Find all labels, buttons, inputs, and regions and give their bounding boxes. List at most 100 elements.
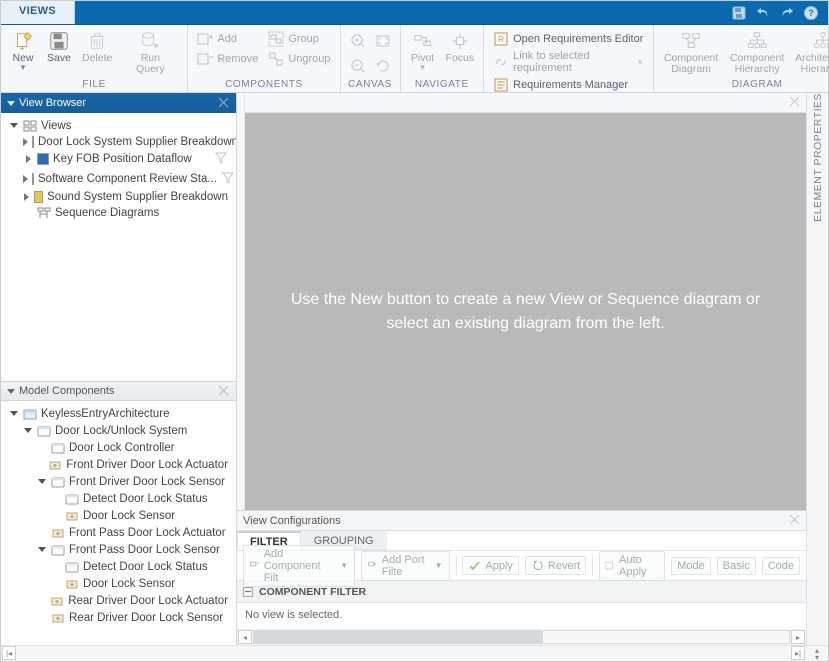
sequence-diagrams-node[interactable]: Sequence Diagrams (19, 204, 232, 221)
new-button[interactable]: New ▼ (7, 28, 39, 74)
add-component-button[interactable]: Add (194, 30, 261, 48)
view-item[interactable]: Door Lock System Supplier Breakdown (19, 134, 232, 149)
link-to-selected-requirement-button[interactable]: Link to selected requirement ▼ (490, 49, 647, 75)
component-icon (37, 424, 51, 438)
apply-button[interactable]: Apply (462, 556, 519, 575)
undo-icon[interactable] (754, 4, 772, 22)
ribbon-group-components: Add Remove Group Ungroup (188, 25, 340, 92)
filter-icon (214, 151, 228, 168)
ribbon-group-canvas: CANVAS (341, 25, 401, 92)
model-tree-node[interactable]: Door Lock Sensor (47, 575, 232, 592)
run-query-button[interactable]: Run Query (119, 28, 181, 77)
color-swatch (37, 153, 49, 165)
component-hierarchy-button[interactable]: Component Hierarchy (726, 28, 788, 77)
save-button[interactable]: Save (43, 28, 75, 66)
model-tree-node[interactable]: Front Pass Door Lock Actuator (33, 524, 232, 541)
view-browser-header[interactable]: View Browser (1, 93, 236, 113)
component-icon (65, 577, 79, 591)
no-view-selected-msg: No view is selected. (237, 603, 806, 629)
model-tree-node[interactable]: KeylessEntryArchitecture (5, 405, 232, 422)
view-item[interactable]: Key FOB Position Dataflow (19, 149, 232, 169)
ribbon-group-file: New ▼ Save Delete Run Query FILE (1, 25, 188, 92)
model-components-panel: KeylessEntryArchitecture Door Lock/Unlock… (1, 401, 236, 645)
model-tree-node[interactable]: Door Lock Controller (33, 439, 232, 456)
component-filter-title: COMPONENT FILTER (259, 586, 366, 598)
component-icon (65, 509, 79, 523)
remove-component-button[interactable]: Remove (194, 50, 261, 68)
collapse-icon (7, 101, 15, 106)
model-tree-node[interactable]: Detect Door Lock Status (47, 558, 232, 575)
model-tree-node[interactable]: Front Pass Door Lock Sensor (33, 541, 232, 558)
requirements-manager-button[interactable]: Requirements Manager (490, 76, 647, 94)
component-icon (65, 492, 79, 506)
horizontal-scrollbar[interactable]: ◂ ▸ (237, 629, 806, 645)
collapse-icon (243, 587, 253, 597)
architecture-hierarchy-button[interactable]: Architecture Hierarchy (792, 28, 829, 77)
model-tree-node[interactable]: Front Driver Door Lock Actuator (33, 456, 232, 473)
mode-button[interactable]: Mode (671, 557, 711, 575)
view-item-label: Software Component Review Sta... (38, 173, 217, 185)
tab-views[interactable]: VIEWS (1, 1, 75, 24)
canvas-zoom-out-button[interactable] (347, 55, 369, 77)
close-icon[interactable] (789, 96, 800, 110)
save-session-icon[interactable] (730, 4, 748, 22)
element-properties-label: ELEMENT PROPERTIES (812, 93, 824, 230)
model-tree-label: Door Lock/Unlock System (55, 425, 187, 437)
collapse-icon (7, 389, 15, 394)
model-tree-label: Door Lock Sensor (83, 578, 175, 590)
auto-apply-toggle[interactable]: Auto Apply (599, 551, 665, 581)
view-browser-panel: Views Door Lock System Supplier Breakdow… (1, 113, 236, 381)
seq-diagrams-icon (37, 206, 51, 220)
canvas-refresh-button[interactable] (372, 55, 394, 77)
element-properties-panel-collapsed[interactable]: ELEMENT PROPERTIES (806, 93, 828, 645)
color-swatch (32, 136, 34, 148)
model-components-header[interactable]: Model Components (1, 381, 236, 401)
view-item[interactable]: Software Component Review Sta... (19, 169, 232, 189)
views-root[interactable]: Views (5, 117, 232, 134)
component-icon (51, 543, 65, 557)
group-button[interactable]: Group (265, 30, 333, 48)
revert-button[interactable]: Revert (525, 556, 586, 575)
add-port-filter-button[interactable]: Add Port Filte ▼ (361, 551, 449, 581)
component-icon (50, 594, 64, 608)
help-icon[interactable]: ? (802, 4, 820, 22)
view-item-label: Sound System Supplier Breakdown (47, 191, 228, 203)
views-root-label: Views (41, 120, 71, 132)
model-tree-node[interactable]: Door Lock Sensor (47, 507, 232, 524)
code-button[interactable]: Code (762, 557, 800, 575)
canvas-header (237, 93, 806, 113)
scroll-left-button[interactable]: |◂ (2, 646, 16, 660)
svg-text:R: R (498, 35, 504, 44)
component-diagram-button[interactable]: Component Diagram (660, 28, 722, 77)
view-item[interactable]: Sound System Supplier Breakdown (19, 189, 232, 204)
model-tree-node[interactable]: Door Lock/Unlock System (19, 422, 232, 439)
component-icon (23, 407, 37, 421)
model-tree-node[interactable]: Rear Driver Door Lock Sensor (33, 609, 232, 626)
model-tree-node[interactable]: Detect Door Lock Status (47, 490, 232, 507)
component-icon (65, 560, 79, 574)
views-root-icon (23, 119, 37, 133)
model-tree-label: Door Lock Controller (69, 442, 174, 454)
pivot-button[interactable]: Pivot ▼ (407, 28, 439, 74)
close-icon[interactable] (218, 385, 230, 397)
model-tree-node[interactable]: Rear Driver Door Lock Actuator (33, 592, 232, 609)
canvas-zoom-in-button[interactable] (347, 30, 369, 52)
color-swatch (34, 191, 43, 203)
close-icon[interactable] (789, 514, 800, 528)
model-tree-label: KeylessEntryArchitecture (41, 408, 169, 420)
open-requirements-editor-button[interactable]: R Open Requirements Editor (490, 30, 647, 48)
svg-text:?: ? (808, 8, 814, 18)
close-icon[interactable] (218, 97, 230, 109)
scroll-right-button[interactable]: ▸| (791, 646, 805, 660)
empty-canvas: Use the New button to create a new View … (245, 113, 806, 510)
focus-button[interactable]: Focus (443, 28, 478, 66)
basic-button[interactable]: Basic (717, 557, 756, 575)
ribbon: New ▼ Save Delete Run Query FILE (1, 25, 828, 93)
model-tree-label: Front Pass Door Lock Actuator (69, 527, 226, 539)
ungroup-button[interactable]: Ungroup (265, 50, 333, 68)
redo-icon[interactable] (778, 4, 796, 22)
canvas-fit-to-view-button[interactable] (372, 30, 394, 52)
add-component-filter-button[interactable]: Add Component Filt ▼ (243, 545, 355, 587)
model-tree-node[interactable]: Front Driver Door Lock Sensor (33, 473, 232, 490)
delete-button[interactable]: Delete (79, 28, 115, 66)
